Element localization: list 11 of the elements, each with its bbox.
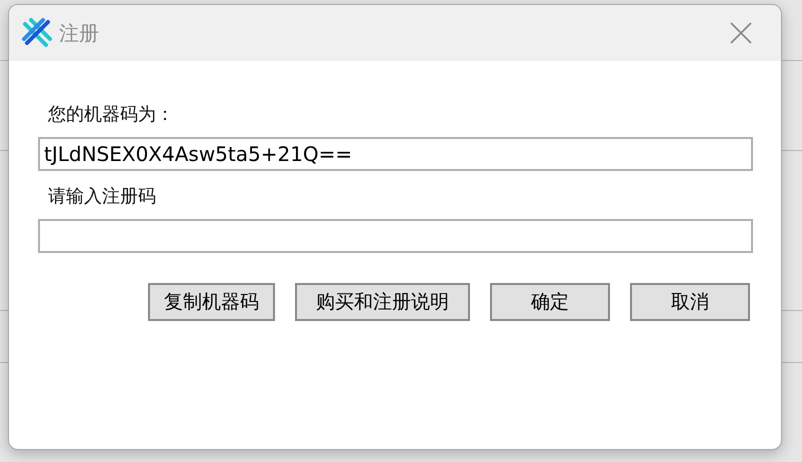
dialog-button[interactable]: 购买和注册说明 [295,283,470,321]
dialog-button[interactable]: 确定 [490,283,610,321]
window-title: 注册 [59,20,99,46]
dialog-button[interactable]: 复制机器码 [148,283,275,321]
close-button[interactable] [729,21,753,45]
logo-icon [21,17,53,49]
machine-code-field[interactable]: tJLdNSEX0X4Asw5ta5+21Q== [38,137,753,171]
dialog-button[interactable]: 取消 [630,283,750,321]
machine-code-label: 您的机器码为： [48,103,175,127]
registration-code-field[interactable] [38,219,753,253]
registration-code-label: 请输入注册码 [48,185,157,209]
